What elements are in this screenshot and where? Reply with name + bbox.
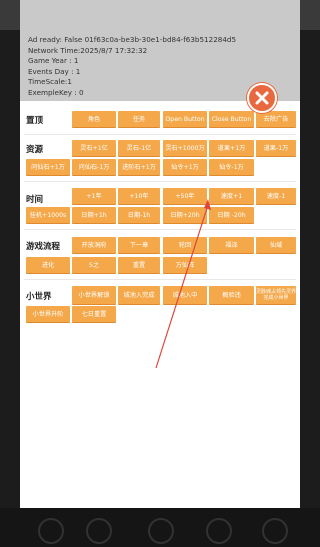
network-time-text: Network Time:2025/8/7 17:32:32 [28, 45, 148, 55]
open-button[interactable]: Open Button [163, 111, 207, 127]
time-button[interactable]: 日期+1h [72, 207, 116, 223]
task-button[interactable]: 任务 [118, 111, 160, 127]
small-world-button[interactable]: 城池入中 [163, 286, 207, 304]
section-label-settop: 置顶 [26, 116, 44, 126]
small-world-button[interactable]: 概验违 [209, 286, 254, 304]
background-bottom-bar [0, 508, 320, 547]
flow-button[interactable]: 重置 [118, 257, 160, 273]
resource-button[interactable]: 道果+1万 [209, 140, 254, 156]
resource-button[interactable]: 问仙石+1万 [26, 159, 70, 175]
time-button[interactable]: +50年 [163, 188, 207, 204]
time-button[interactable]: 日期+20h [163, 207, 207, 223]
flow-button[interactable]: 进化 [26, 257, 70, 273]
bottom-nav-icon [262, 518, 288, 544]
small-world-button[interactable]: 小世界升阶 [26, 306, 70, 322]
flow-button[interactable]: 福泽 [209, 237, 254, 253]
game-year-text: Game Year : 1 [28, 56, 79, 66]
time-button[interactable]: 日期-1h [118, 207, 160, 223]
divider [24, 181, 296, 182]
resource-button[interactable]: 仙令+1万 [163, 159, 207, 175]
flow-button[interactable]: 轮回 [163, 237, 207, 253]
flow-button[interactable]: 仙域 [256, 237, 296, 253]
resource-button[interactable]: 灵石-1亿 [118, 140, 160, 156]
time-button[interactable]: 速度-1 [256, 188, 296, 204]
small-world-button[interactable]: 城池入完成 [118, 286, 160, 304]
divider [24, 229, 296, 230]
section-label-small-world: 小世界 [26, 292, 52, 302]
flow-button[interactable]: 万仙阵 [163, 257, 207, 273]
close-button-debug[interactable]: Close Button [209, 111, 254, 127]
bottom-nav-icon [86, 518, 112, 544]
flow-button[interactable]: 5之 [72, 257, 116, 273]
role-button[interactable]: 角色 [72, 111, 116, 127]
small-world-button[interactable]: 灵脉城占领先灵界完成小世界 [256, 286, 296, 304]
debug-panel: Ad ready: False 01f63c0a-be3b-30e1-bd84-… [20, 0, 300, 508]
flow-button[interactable]: 下一章 [118, 237, 160, 253]
time-button[interactable]: 日期 -20h [209, 207, 254, 223]
small-world-button[interactable]: 七日重置 [72, 306, 116, 322]
time-button[interactable]: 速度+1 [209, 188, 254, 204]
resource-button[interactable]: 仙令-1万 [209, 159, 254, 175]
resource-button[interactable]: 问仙石-1万 [72, 159, 116, 175]
remove-ads-button[interactable]: 去除广告 [256, 111, 296, 127]
resource-button[interactable]: 进阶石+1万 [118, 159, 160, 175]
divider [24, 279, 296, 280]
divider [24, 134, 296, 135]
bottom-nav-icon [206, 518, 232, 544]
time-button[interactable]: +10年 [118, 188, 160, 204]
flow-button[interactable]: 开放洞府 [72, 237, 116, 253]
bottom-nav-icon [148, 518, 174, 544]
section-label-flow: 游戏流程 [26, 242, 61, 252]
close-panel-button[interactable] [247, 83, 277, 113]
resource-button[interactable]: 灵石+1000万 [163, 140, 207, 156]
resource-button[interactable]: 灵石+1亿 [72, 140, 116, 156]
time-button[interactable]: 挂机+1000s [26, 207, 70, 223]
section-label-resource: 资源 [26, 145, 44, 155]
section-label-time: 时间 [26, 195, 44, 205]
resource-button[interactable]: 道果-1万 [256, 140, 296, 156]
small-world-button[interactable]: 小世界解锁 [72, 286, 116, 304]
bottom-nav-icon [38, 518, 64, 544]
close-x-icon [255, 91, 269, 105]
events-day-text: Events Day : 1 [28, 66, 81, 76]
ad-ready-text: Ad ready: False 01f63c0a-be3b-30e1-bd84-… [28, 35, 237, 44]
time-button[interactable]: +1年 [72, 188, 116, 204]
